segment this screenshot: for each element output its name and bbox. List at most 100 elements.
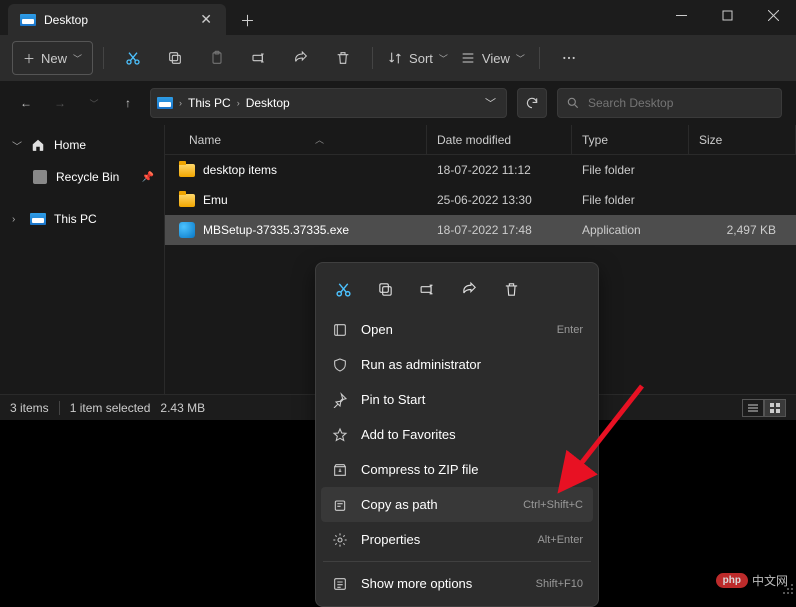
folder-icon [179, 164, 195, 177]
context-iconbar [321, 268, 593, 312]
search-icon [566, 96, 580, 110]
recycle-bin-icon [32, 170, 48, 184]
pin-icon: 📌 [142, 172, 154, 183]
back-button[interactable]: ← [14, 91, 38, 115]
sidebar-item-recycle[interactable]: Recycle Bin 📌 [0, 161, 164, 193]
file-row[interactable]: desktop items18-07-2022 11:12File folder [165, 155, 796, 185]
up-button[interactable]: ↑ [116, 91, 140, 115]
window-controls [658, 0, 796, 30]
star-icon [331, 426, 349, 444]
cell-date: 18-07-2022 11:12 [437, 163, 582, 177]
ctx-runas[interactable]: Run as administrator [321, 347, 593, 382]
sort-label: Sort [409, 51, 433, 66]
minimize-button[interactable] [658, 0, 704, 30]
shield-icon [331, 356, 349, 374]
ctx-share-button[interactable] [449, 272, 489, 306]
home-icon [30, 138, 46, 152]
collapse-icon[interactable]: ﹀ [12, 138, 22, 153]
titlebar: Desktop ✕ ＋ [0, 0, 796, 35]
cell-type: File folder [582, 163, 699, 177]
view-toggle [742, 399, 786, 417]
column-header-date[interactable]: Date modified [427, 125, 572, 154]
sort-button[interactable]: Sort ﹀ [383, 41, 452, 75]
sidebar: ﹀ Home Recycle Bin 📌 › This PC [0, 125, 165, 394]
chevron-right-icon: › [179, 98, 182, 108]
close-window-button[interactable] [750, 0, 796, 30]
breadcrumb-thispc[interactable]: This PC [188, 96, 231, 110]
cell-name: Emu [179, 193, 437, 207]
ctx-rename-button[interactable] [407, 272, 447, 306]
ctx-copy-button[interactable] [365, 272, 405, 306]
file-row[interactable]: MBSetup-37335.37335.exe18-07-2022 17:48A… [165, 215, 796, 245]
forward-button[interactable]: → [48, 91, 72, 115]
paste-button[interactable] [198, 41, 236, 75]
view-details-button[interactable] [742, 399, 764, 417]
cell-type: File folder [582, 193, 699, 207]
chevron-right-icon: › [237, 98, 240, 108]
view-button[interactable]: View ﹀ [456, 41, 529, 75]
column-headers: Name ︿ Date modified Type Size [165, 125, 796, 155]
ctx-open[interactable]: Open Enter [321, 312, 593, 347]
share-button[interactable] [282, 41, 320, 75]
cell-size: 2,497 KB [699, 223, 796, 237]
pin-icon [331, 391, 349, 409]
refresh-button[interactable] [517, 88, 547, 118]
expand-icon[interactable]: › [12, 214, 22, 225]
exe-icon [179, 222, 195, 238]
ctx-copy-as-path[interactable]: Copy as path Ctrl+Shift+C [321, 487, 593, 522]
watermark: php 中文网 [716, 572, 788, 589]
sidebar-label: Recycle Bin [56, 170, 119, 184]
resize-handle[interactable] [780, 581, 794, 595]
search-input[interactable] [588, 96, 773, 110]
copy-button[interactable] [156, 41, 194, 75]
tab-title: Desktop [44, 13, 190, 27]
cell-name: MBSetup-37335.37335.exe [179, 222, 437, 238]
breadcrumb-desktop[interactable]: Desktop [246, 96, 290, 110]
sidebar-item-thispc[interactable]: › This PC [0, 203, 164, 235]
desktop-icon [20, 14, 36, 26]
recent-chevron-down-icon[interactable]: ﹀ [82, 91, 106, 115]
open-icon [331, 321, 349, 339]
ctx-properties[interactable]: Properties Alt+Enter [321, 522, 593, 557]
sidebar-item-home[interactable]: ﹀ Home [0, 129, 164, 161]
navbar: ← → ﹀ ↑ › This PC › Desktop ﹀ [0, 81, 796, 125]
column-header-size[interactable]: Size [689, 125, 796, 154]
new-button[interactable]: ＋ New ﹀ [12, 41, 93, 75]
cut-button[interactable] [114, 41, 152, 75]
tab-desktop[interactable]: Desktop ✕ [8, 4, 226, 35]
column-header-type[interactable]: Type [572, 125, 689, 154]
context-menu: Open Enter Run as administrator Pin to S… [315, 262, 599, 607]
cell-date: 18-07-2022 17:48 [437, 223, 582, 237]
close-tab-icon[interactable]: ✕ [198, 11, 214, 28]
sort-asc-icon: ︿ [315, 133, 324, 146]
ctx-show-more[interactable]: Show more options Shift+F10 [321, 566, 593, 601]
cell-name: desktop items [179, 163, 437, 177]
ctx-cut-button[interactable] [323, 272, 363, 306]
more-icon [331, 575, 349, 593]
plus-icon: ＋ [23, 50, 35, 67]
rename-button[interactable] [240, 41, 278, 75]
address-bar[interactable]: › This PC › Desktop ﹀ [150, 88, 507, 118]
properties-icon [331, 531, 349, 549]
column-header-name[interactable]: Name ︿ [179, 125, 427, 154]
location-icon [157, 97, 173, 109]
sidebar-label: Home [54, 138, 86, 152]
search-box[interactable] [557, 88, 782, 118]
sidebar-label: This PC [54, 212, 97, 226]
more-button[interactable] [550, 41, 588, 75]
ctx-pin[interactable]: Pin to Start [321, 382, 593, 417]
address-dropdown-icon[interactable]: ﹀ [481, 95, 500, 111]
maximize-button[interactable] [704, 0, 750, 30]
file-row[interactable]: Emu25-06-2022 13:30File folder [165, 185, 796, 215]
pc-icon [30, 212, 46, 226]
delete-button[interactable] [324, 41, 362, 75]
ctx-delete-button[interactable] [491, 272, 531, 306]
new-label: New [41, 51, 67, 66]
copy-path-icon [331, 496, 349, 514]
ctx-zip[interactable]: Compress to ZIP file [321, 452, 593, 487]
ctx-favorites[interactable]: Add to Favorites [321, 417, 593, 452]
view-large-button[interactable] [764, 399, 786, 417]
cell-date: 25-06-2022 13:30 [437, 193, 582, 207]
chevron-down-icon: ﹀ [439, 52, 448, 65]
status-items: 3 items [10, 401, 49, 415]
